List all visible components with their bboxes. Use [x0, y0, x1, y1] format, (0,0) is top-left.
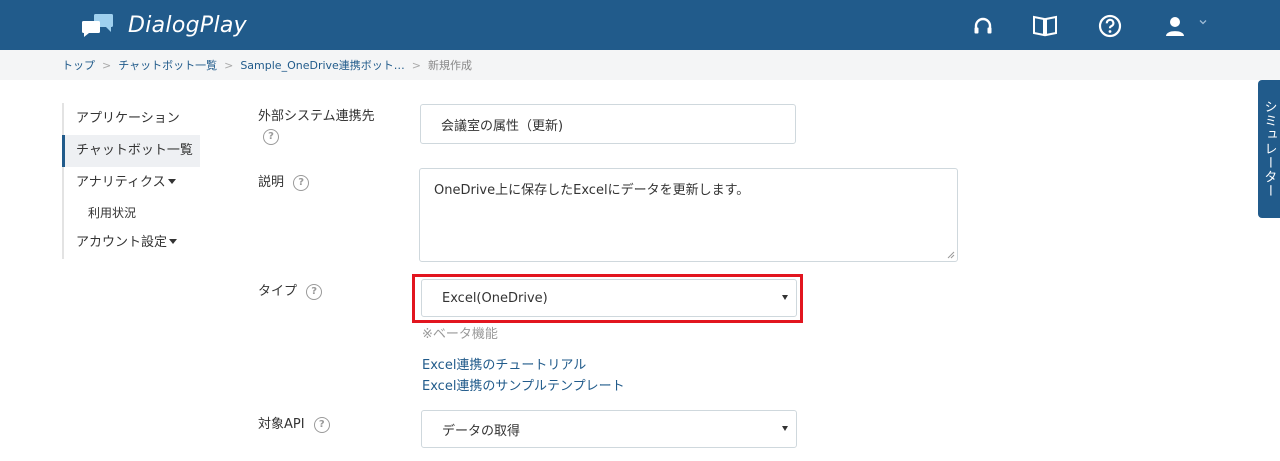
sidebar-item-usage[interactable]: 利用状況 [62, 199, 232, 227]
breadcrumb: トップ > チャットボット一覧 > Sample_OneDrive連携ボット… … [0, 50, 1280, 80]
breadcrumb-top[interactable]: トップ [62, 57, 95, 73]
help-icon[interactable]: ? [313, 416, 330, 433]
sidebar-item-label: チャットボット一覧 [76, 143, 193, 158]
resize-handle-icon[interactable] [947, 251, 955, 259]
headset-button[interactable] [970, 13, 996, 39]
simulator-tab[interactable]: シミュレーター [1258, 80, 1280, 218]
select-value: Excel(OneDrive) [442, 290, 548, 306]
field-label-text: タイプ [258, 284, 298, 299]
book-icon [1033, 15, 1057, 37]
caret-down-icon [167, 179, 176, 184]
excel-tutorial-link[interactable]: Excel連携のチュートリアル [422, 354, 586, 373]
help-button[interactable] [1097, 13, 1123, 39]
input-value: 会議室の属性（更新) [441, 118, 564, 134]
headset-icon [974, 17, 992, 34]
help-icon[interactable]: ? [306, 283, 323, 300]
field-label-text: 対象API [258, 417, 305, 432]
breadcrumb-bot[interactable]: Sample_OneDrive連携ボット… [240, 57, 404, 73]
app-header: DialogPlay [0, 0, 1280, 50]
breadcrumb-separator: > [224, 58, 234, 72]
breadcrumb-chatbot-list[interactable]: チャットボット一覧 [118, 57, 217, 73]
dropdown-arrow-icon [782, 295, 788, 300]
field-label-text: 外部システム連携先 [258, 109, 375, 124]
select-value: データの取得 [442, 423, 521, 439]
description-label: 説明 ? [258, 171, 310, 191]
target-api-label: 対象API ? [258, 413, 330, 433]
help-circle-icon [1098, 14, 1122, 38]
sidebar-item-account-settings[interactable]: アカウント設定 [62, 227, 232, 259]
help-icon[interactable]: ? [293, 174, 310, 191]
breadcrumb-separator: > [411, 58, 422, 72]
dropdown-arrow-icon [782, 426, 788, 431]
user-menu-button[interactable] [1162, 13, 1188, 39]
app-title: DialogPlay [128, 12, 247, 38]
sidebar-item-analytics[interactable]: アナリティクス [62, 167, 232, 199]
sidebar-item-chatbot-list[interactable]: チャットボット一覧 [62, 135, 200, 167]
textarea-value: OneDrive上に保存したExcelにデータを更新します。 [434, 183, 750, 198]
external-system-label: 外部システム連携先 [258, 105, 375, 124]
breadcrumb-current: 新規作成 [428, 59, 473, 72]
sidebar-item-label: アナリティクス [76, 175, 166, 190]
help-icon[interactable]: ? [263, 129, 279, 145]
sidebar-nav: アプリケーション チャットボット一覧 アナリティクス 利用状況 アカウント設定 [62, 103, 232, 259]
sidebar-item-label: アプリケーション [76, 111, 180, 126]
simulator-tab-label: シミュレーター [1261, 100, 1277, 198]
app-logo[interactable]: DialogPlay [80, 9, 247, 41]
description-textarea[interactable]: OneDrive上に保存したExcelにデータを更新します。 [419, 168, 958, 262]
excel-sample-template-link[interactable]: Excel連携のサンプルテンプレート [422, 375, 625, 394]
chat-bubbles-icon [82, 14, 113, 37]
field-label-text: 説明 [258, 175, 285, 190]
type-select[interactable]: Excel(OneDrive) [421, 279, 797, 317]
caret-down-icon [169, 239, 178, 244]
user-icon [1166, 17, 1184, 36]
sidebar-item-label: 利用状況 [88, 206, 137, 220]
type-label: タイプ ? [258, 280, 323, 300]
breadcrumb-separator: > [102, 58, 112, 72]
chevron-down-icon [1199, 20, 1207, 25]
external-system-input[interactable]: 会議室の属性（更新) [420, 104, 796, 144]
beta-note: ※ベータ機能 [422, 327, 498, 342]
sidebar-item-label: アカウント設定 [76, 235, 168, 250]
sidebar-item-applications[interactable]: アプリケーション [62, 103, 232, 135]
manual-button[interactable] [1032, 13, 1058, 39]
target-api-select[interactable]: データの取得 [421, 410, 797, 448]
